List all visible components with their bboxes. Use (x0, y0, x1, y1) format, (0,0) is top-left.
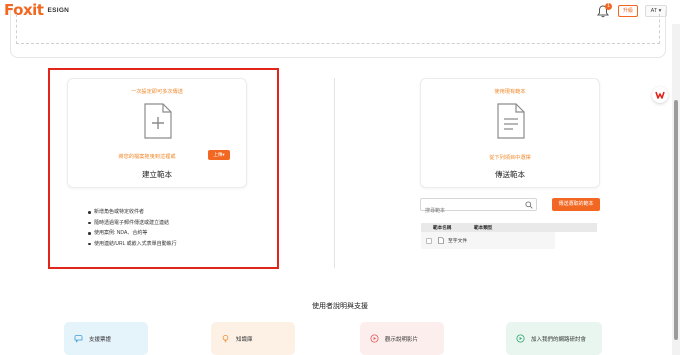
support-card-label: 知識庫 (236, 336, 253, 343)
create-template-card[interactable]: 一次設定即可多次傳送 將您的檔案拖曳到這裡或 上傳▾ 建立範本 (67, 78, 247, 188)
column-divider (334, 78, 335, 268)
template-search[interactable] (420, 198, 537, 217)
support-card-label: 支援票證 (89, 336, 112, 343)
row-checkbox[interactable] (426, 237, 432, 244)
app-page: Foxit ESIGN 1 升級 AT ▾ 一次設定即可多次傳送 將您的檔案拖曳… (0, 0, 680, 355)
support-ticket-card[interactable]: 支援票證 (64, 322, 148, 355)
support-card-label: 加入我們的網路研討會 (531, 336, 587, 343)
chevron-down-icon: ▾ (222, 152, 225, 157)
template-table: 範本名稱 範本類型 至字文件 (421, 223, 597, 249)
notification-badge: 1 (605, 3, 612, 10)
assistant-logo-icon (655, 91, 665, 99)
list-item: 隨時透過電子郵件傳送或建立連結 (88, 218, 177, 229)
template-type: 至字文件 (448, 239, 468, 244)
video-icon (370, 334, 379, 343)
table-header: 範本名稱 範本類型 (421, 223, 597, 232)
send-selected-template-button[interactable]: 傳送選取的範本 (552, 198, 600, 211)
search-icon[interactable] (525, 201, 533, 209)
chat-icon (74, 335, 83, 343)
file-icon (438, 237, 444, 244)
send-template-title: 傳送範本 (495, 170, 525, 179)
document-icon (497, 103, 525, 139)
support-card-label: 觀示說明影片 (385, 336, 419, 343)
new-document-icon (144, 103, 172, 139)
upload-button[interactable]: 上傳▾ (208, 150, 230, 160)
upload-drop-zone[interactable] (16, 14, 660, 44)
list-item: 新增角色或特定收件者 (88, 207, 177, 218)
create-template-features: 新增角色或特定收件者 隨時透過電子郵件傳送或建立連結 使用案例: NDA、合約等… (88, 207, 177, 249)
table-row[interactable]: 至字文件 (421, 232, 555, 249)
knowledge-base-card[interactable]: 知識庫 (211, 322, 295, 355)
support-section-title: 使用者說明與支援 (312, 303, 368, 310)
list-item: 使用案例: NDA、合約等 (88, 228, 177, 239)
column-header-type[interactable]: 範本類型 (474, 225, 492, 231)
upload-label: 上傳 (213, 152, 223, 157)
select-hint: 從下列項目中選擇 (489, 155, 531, 161)
list-item: 使用連結/URL 或嵌入式表單自動執行 (88, 239, 177, 250)
column-header-name[interactable]: 範本名稱 (433, 225, 474, 231)
lightbulb-icon (222, 334, 229, 343)
foxit-assistant-button[interactable] (652, 87, 668, 103)
webinar-card[interactable]: 加入我們的網路研討會 (506, 322, 602, 355)
create-template-hint: 一次設定即可多次傳送 (131, 89, 183, 95)
play-circle-icon (516, 334, 525, 343)
search-input[interactable] (421, 205, 521, 217)
video-tutorials-card[interactable]: 觀示說明影片 (360, 322, 444, 355)
create-template-title: 建立範本 (142, 170, 172, 179)
send-template-hint: 使用現有範本 (494, 89, 526, 95)
send-template-card[interactable]: 使用現有範本 從下列項目中選擇 傳送範本 (420, 78, 600, 188)
